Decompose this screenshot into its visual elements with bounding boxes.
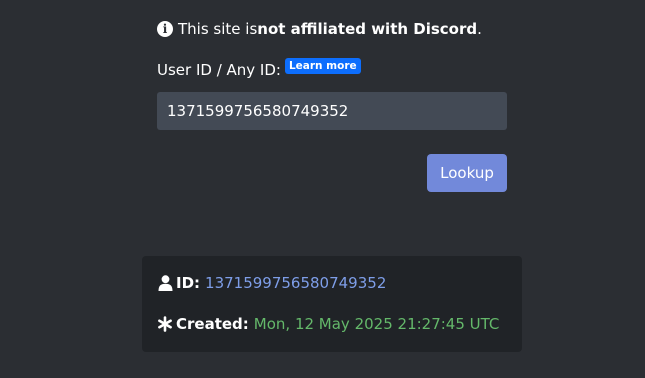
page: i This site is not affiliated with Disco… — [0, 0, 645, 378]
result-card: ID: 1371599756580749352 Created: Mon, 12… — [142, 256, 522, 352]
result-id-row: ID: 1371599756580749352 — [157, 274, 386, 292]
id-value: 1371599756580749352 — [205, 274, 387, 292]
learn-more-badge[interactable]: Learn more — [284, 58, 361, 74]
notice-prefix: This site is — [178, 20, 258, 38]
info-circle-icon: i — [157, 21, 173, 37]
result-created-row: Created: Mon, 12 May 2025 21:27:45 UTC — [157, 315, 499, 333]
notice-suffix: . — [477, 20, 482, 38]
user-icon — [157, 274, 173, 292]
created-value: Mon, 12 May 2025 21:27:45 UTC — [253, 315, 500, 333]
lookup-button[interactable]: Lookup — [427, 154, 507, 192]
id-input[interactable] — [157, 92, 507, 130]
asterisk-icon — [157, 315, 173, 333]
created-label: Created: — [176, 315, 249, 333]
id-field-label: User ID / Any ID: Learn more — [157, 58, 361, 79]
id-label-text: User ID / Any ID: — [157, 61, 281, 79]
id-label: ID: — [176, 274, 201, 292]
notice-bold: not affiliated with Discord — [257, 20, 478, 38]
disclaimer-notice: i This site is not affiliated with Disco… — [157, 19, 482, 39]
